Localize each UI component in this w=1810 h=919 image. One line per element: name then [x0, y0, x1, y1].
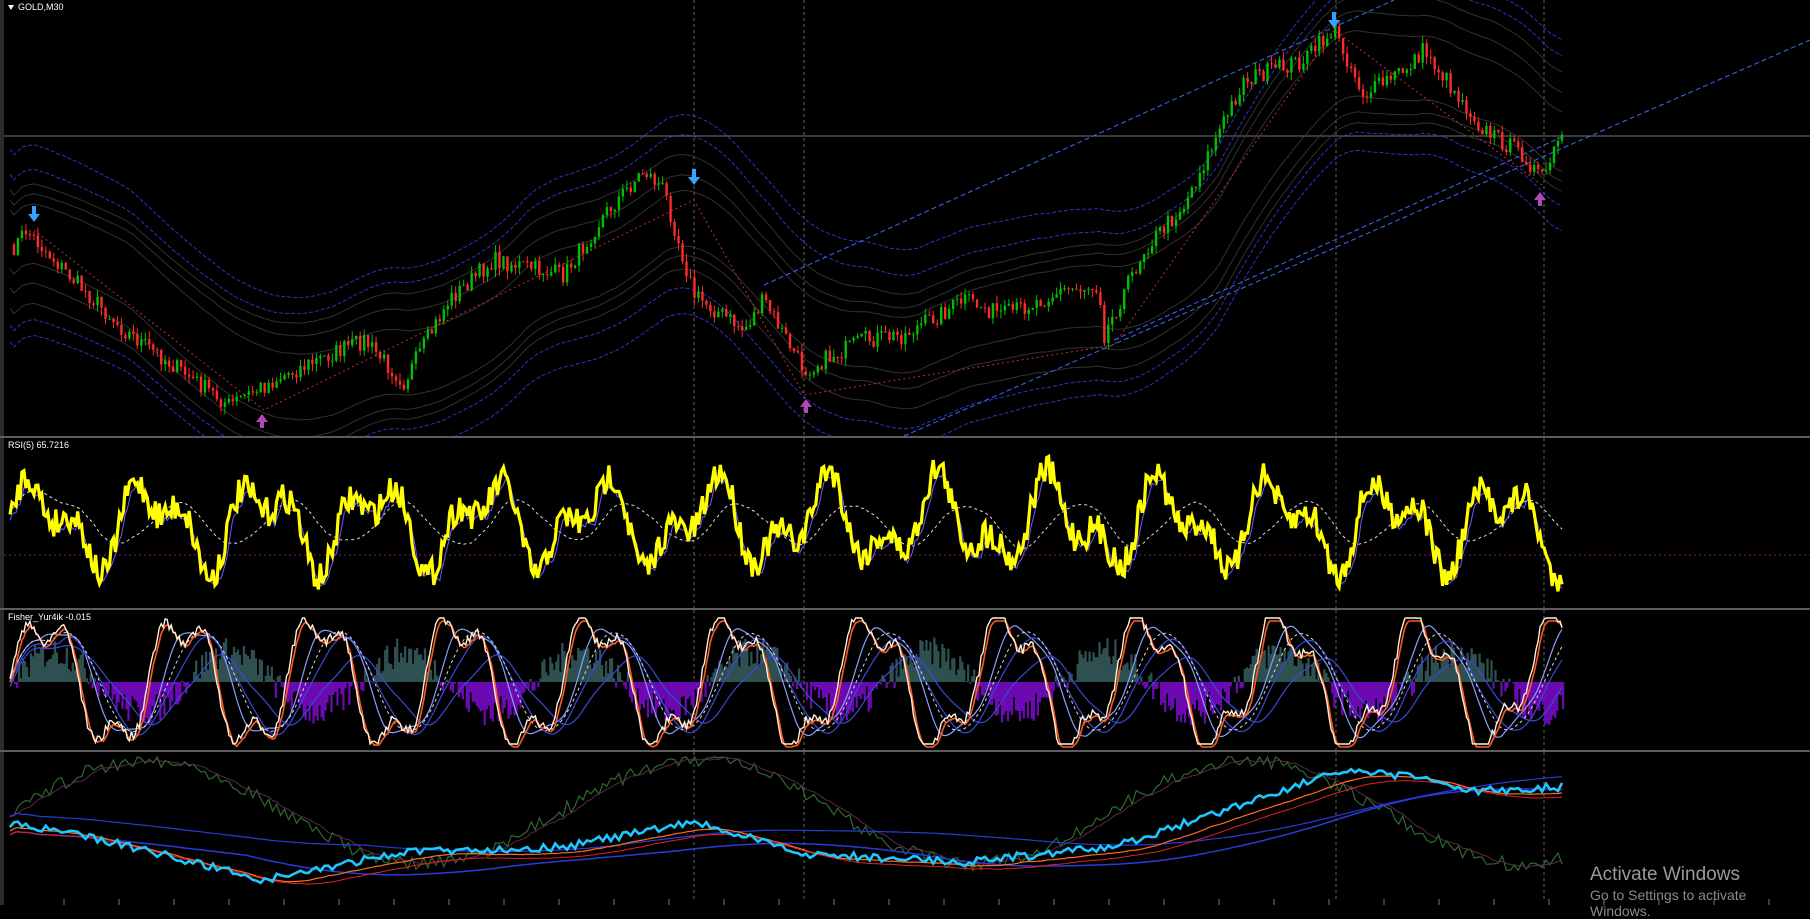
rsi-chart-canvas[interactable] [4, 438, 1810, 608]
time-axis [4, 899, 1810, 905]
sell-signal-arrow-icon [28, 206, 40, 222]
symbol-title: GOLD,M30 [18, 2, 64, 12]
triangle-down-icon[interactable] [8, 5, 14, 10]
fisher-chart-canvas[interactable] [4, 610, 1810, 750]
rsi-indicator-pane[interactable]: RSI(5) 65.7216 [4, 438, 1810, 608]
price-pane-title: GOLD,M30 [8, 2, 64, 12]
sell-signal-arrow-icon [688, 169, 700, 185]
watermark-subtitle: Go to Settings to activate Windows. [1590, 887, 1810, 919]
buy-signal-arrow-icon [256, 414, 268, 428]
sell-signal-arrow-icon [1328, 12, 1340, 28]
price-chart-canvas[interactable] [4, 0, 1810, 436]
ma-chart-canvas[interactable] [4, 752, 1810, 899]
fisher-indicator-pane[interactable]: Fisher_Yur4ik -0.015 [4, 610, 1810, 750]
price-chart-pane[interactable]: GOLD,M30 [4, 0, 1810, 436]
watermark-title: Activate Windows [1590, 864, 1810, 886]
moving-average-indicator-pane[interactable] [4, 752, 1810, 899]
fisher-pane-title: Fisher_Yur4ik -0.015 [8, 612, 91, 622]
rsi-pane-title: RSI(5) 65.7216 [8, 440, 69, 450]
activate-windows-watermark: Activate Windows Go to Settings to activ… [1590, 864, 1810, 919]
